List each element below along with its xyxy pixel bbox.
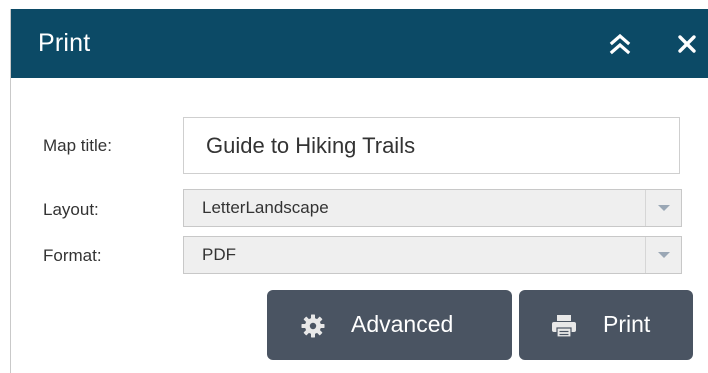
layout-select[interactable]: LetterLandscape [183,189,682,227]
close-icon [678,35,696,53]
advanced-button-label: Advanced [351,311,454,337]
collapse-button[interactable] [607,31,633,57]
print-button[interactable]: Print [519,290,693,360]
gear-icon [301,314,325,344]
panel-title: Print [38,29,91,57]
layout-select-value: LetterLandscape [202,198,329,217]
format-dropdown-arrow[interactable] [645,237,681,273]
advanced-button[interactable]: Advanced [267,290,512,360]
chevron-down-icon [658,205,670,211]
layout-dropdown-arrow[interactable] [645,190,681,226]
chevron-down-icon [658,252,670,258]
format-label: Format: [43,246,102,265]
print-panel: Print Map title: Layout: LetterLandscape… [10,9,708,373]
printer-icon [551,314,577,344]
format-select[interactable]: PDF [183,236,682,274]
format-select-value: PDF [202,245,236,264]
close-button[interactable] [674,31,700,57]
double-chevron-up-icon [609,33,631,55]
panel-header: Print [11,9,708,78]
map-title-input[interactable] [183,117,680,174]
map-title-label: Map title: [43,136,112,155]
print-button-label: Print [603,311,651,337]
layout-label: Layout: [43,200,99,219]
